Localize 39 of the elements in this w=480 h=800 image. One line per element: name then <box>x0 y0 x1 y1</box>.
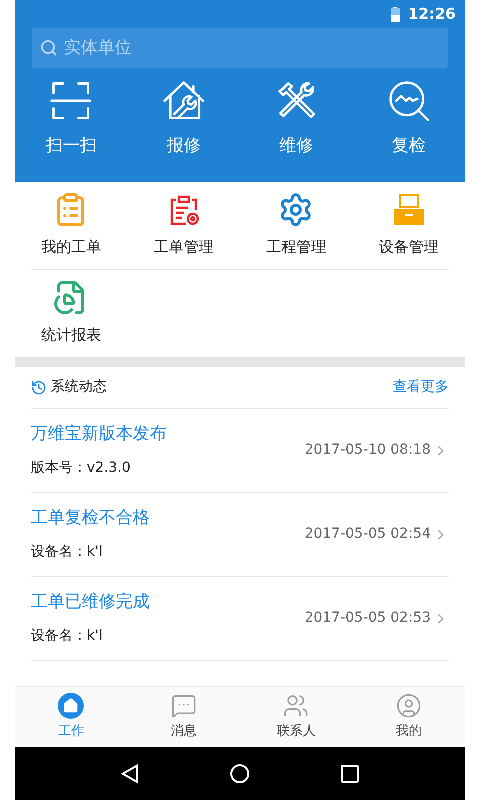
quick-action-button[interactable]: 扫一扫 <box>15 78 128 160</box>
home-icon <box>58 692 84 719</box>
tab[interactable]: 联系人 <box>240 687 352 747</box>
news-title: 万维宝新版本发布 <box>31 423 167 446</box>
history-icon <box>31 380 47 396</box>
module-button[interactable]: 工单管理 <box>128 182 240 269</box>
news-time: 2017-05-05 02:54 <box>304 525 431 544</box>
home-circle-icon[interactable] <box>230 764 250 784</box>
recents-icon[interactable] <box>341 764 360 782</box>
people-icon <box>283 692 310 719</box>
news-item[interactable]: 工单复检不合格 设备名：k'l 2017-05-05 02:54 <box>31 493 449 577</box>
module-button[interactable]: 我的工单 <box>15 182 128 269</box>
search-field[interactable]: 实体单位 <box>32 28 448 68</box>
chat-icon <box>170 692 197 719</box>
news-time: 2017-05-10 08:18 <box>304 441 431 460</box>
tab[interactable]: 工作 <box>15 687 128 747</box>
news-item[interactable]: 万维宝新版本发布 版本号：v2.3.0 2017-05-10 08:18 <box>31 409 449 493</box>
news-title: 工单复检不合格 <box>31 507 150 530</box>
search-icon <box>40 39 58 57</box>
clock: 12:26 <box>408 4 456 25</box>
quick-action-button[interactable]: 维修 <box>240 78 352 160</box>
section-title: 系统动态 <box>51 378 107 397</box>
news-subtitle: 设备名：k'l <box>31 626 104 646</box>
module-button[interactable]: 设备管理 <box>352 182 465 269</box>
module-button[interactable]: 统计报表 <box>15 270 128 357</box>
news-time: 2017-05-05 02:53 <box>304 609 431 628</box>
news-subtitle: 设备名：k'l <box>31 542 104 562</box>
news-title: 工单已维修完成 <box>31 591 150 614</box>
news-item[interactable]: 工单已维修完成 设备名：k'l 2017-05-05 02:53 <box>31 577 449 661</box>
battery-icon <box>391 6 400 22</box>
back-icon[interactable] <box>120 764 139 784</box>
news-subtitle: 版本号：v2.3.0 <box>31 458 132 478</box>
quick-action-button[interactable]: 复检 <box>352 78 465 160</box>
profile-icon <box>396 692 422 719</box>
tab[interactable]: 消息 <box>128 687 240 747</box>
quick-action-button[interactable]: 报修 <box>128 78 240 160</box>
tab[interactable]: 我的 <box>352 687 465 747</box>
module-button[interactable]: 工程管理 <box>240 182 352 269</box>
view-more-link[interactable]: 查看更多 <box>393 377 449 398</box>
